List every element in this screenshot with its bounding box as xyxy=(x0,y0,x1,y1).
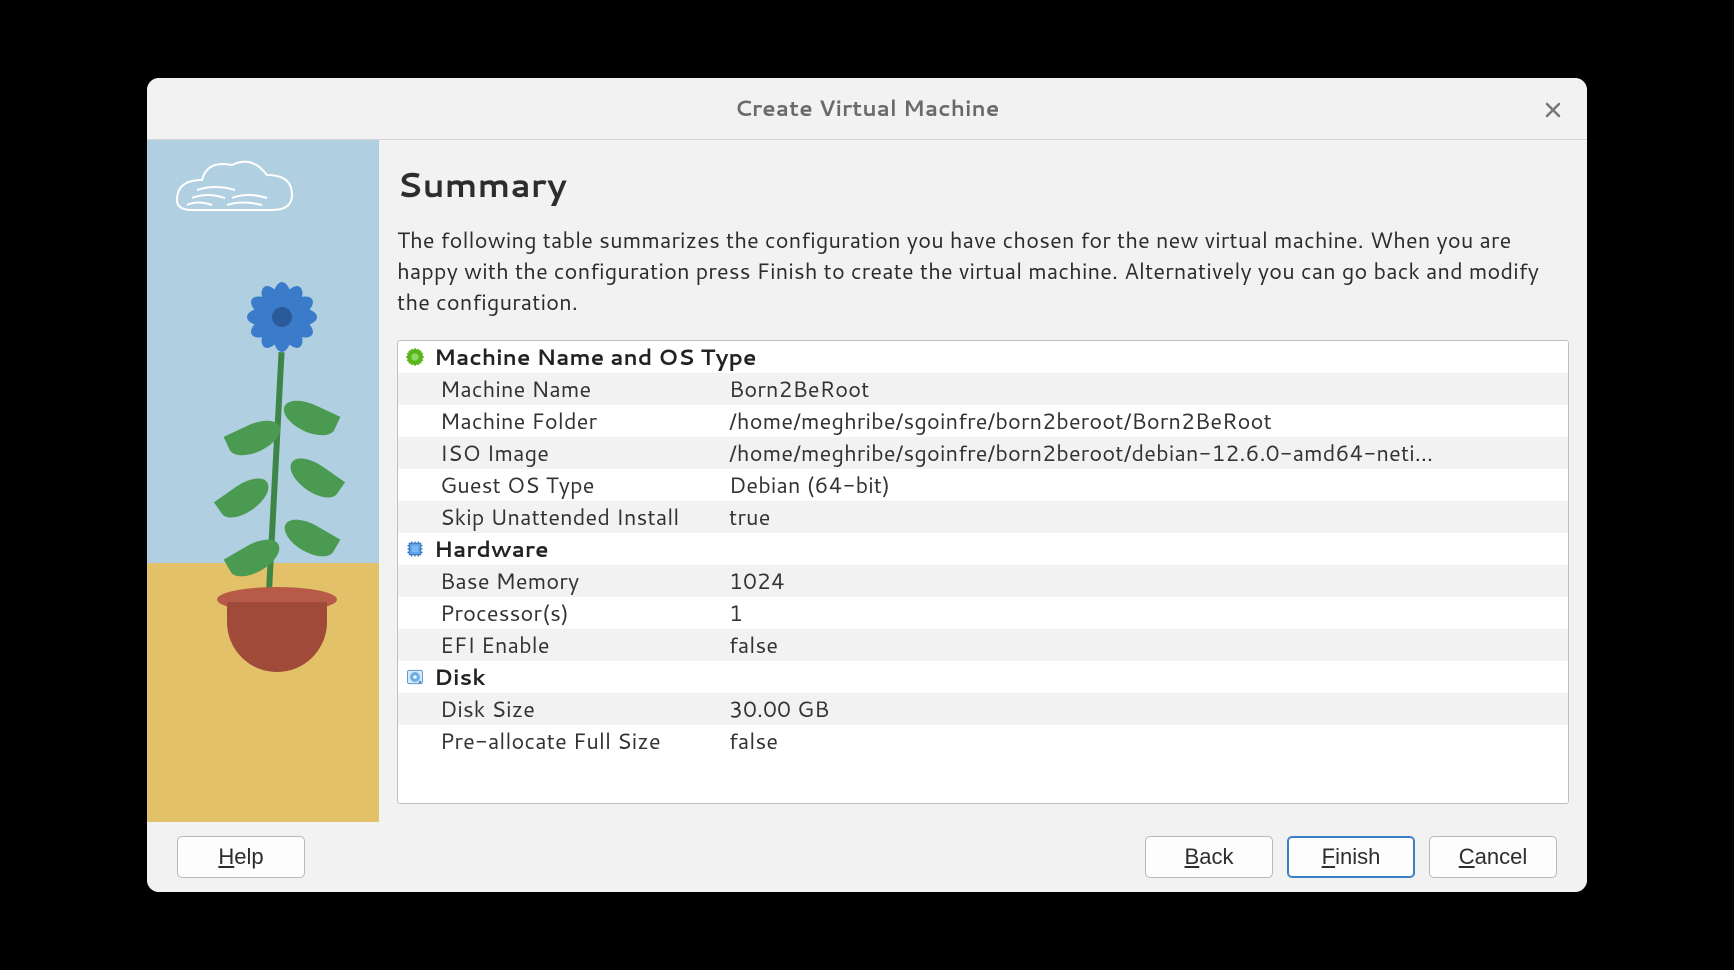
window-title: Create Virtual Machine xyxy=(735,93,1000,124)
button-bar: Help Back Finish Cancel xyxy=(147,822,1587,892)
dialog-body: Summary The following table summarizes t… xyxy=(147,140,1587,892)
row-label: Guest OS Type xyxy=(404,470,729,501)
main-content: Summary The following table summarizes t… xyxy=(147,140,1587,822)
row-value: /home/meghribe/sgoinfre/born2beroot/Born… xyxy=(729,406,1562,437)
row-machine-name: Machine Name Born2BeRoot xyxy=(398,373,1568,405)
row-guest-os: Guest OS Type Debian (64-bit) xyxy=(398,469,1568,501)
row-value: 1024 xyxy=(729,566,1562,597)
page-description: The following table summarizes the confi… xyxy=(397,226,1547,318)
dialog-window: Create Virtual Machine xyxy=(147,78,1587,892)
row-value: 30.00 GB xyxy=(729,694,1562,725)
row-label: EFI Enable xyxy=(404,630,729,661)
row-processors: Processor(s) 1 xyxy=(398,597,1568,629)
row-label: Machine Name xyxy=(404,374,729,405)
row-value: false xyxy=(729,726,1562,757)
gear-icon xyxy=(404,346,426,368)
row-value: /home/meghribe/sgoinfre/born2beroot/debi… xyxy=(729,438,1562,469)
row-efi: EFI Enable false xyxy=(398,629,1568,661)
row-iso-image: ISO Image /home/meghribe/sgoinfre/born2b… xyxy=(398,437,1568,469)
disk-icon xyxy=(404,666,426,688)
section-header-disk: Disk xyxy=(398,661,1568,693)
chip-icon xyxy=(404,538,426,560)
cancel-button[interactable]: Cancel xyxy=(1429,836,1557,878)
close-button[interactable] xyxy=(1537,93,1569,125)
content-panel: Summary The following table summarizes t… xyxy=(379,140,1587,822)
row-value: false xyxy=(729,630,1562,661)
row-label: Pre-allocate Full Size xyxy=(404,726,729,757)
finish-button[interactable]: Finish xyxy=(1287,836,1415,878)
row-machine-folder: Machine Folder /home/meghribe/sgoinfre/b… xyxy=(398,405,1568,437)
section-header-hardware: Hardware xyxy=(398,533,1568,565)
row-value: true xyxy=(729,502,1562,533)
row-label: Processor(s) xyxy=(404,598,729,629)
row-skip-unattended: Skip Unattended Install true xyxy=(398,501,1568,533)
row-label: Disk Size xyxy=(404,694,729,725)
row-preallocate: Pre-allocate Full Size false xyxy=(398,725,1568,757)
section-header-label: Disk xyxy=(434,662,486,693)
row-label: Machine Folder xyxy=(404,406,729,437)
row-label: Base Memory xyxy=(404,566,729,597)
section-header-label: Hardware xyxy=(434,534,549,565)
section-header-name-os: Machine Name and OS Type xyxy=(398,341,1568,373)
titlebar: Create Virtual Machine xyxy=(147,78,1587,140)
back-button[interactable]: Back xyxy=(1145,836,1273,878)
help-button[interactable]: Help xyxy=(177,836,305,878)
cloud-decoration xyxy=(167,150,307,230)
page-title: Summary xyxy=(397,160,1569,208)
row-label: ISO Image xyxy=(404,438,729,469)
section-header-label: Machine Name and OS Type xyxy=(434,342,756,373)
row-value: Debian (64-bit) xyxy=(729,470,1562,501)
row-disk-size: Disk Size 30.00 GB xyxy=(398,693,1568,725)
row-value: 1 xyxy=(729,598,1562,629)
summary-table: Machine Name and OS Type Machine Name Bo… xyxy=(397,340,1569,804)
row-base-memory: Base Memory 1024 xyxy=(398,565,1568,597)
wizard-sidebar-image xyxy=(147,140,379,822)
row-label: Skip Unattended Install xyxy=(404,502,729,533)
plant-decoration xyxy=(207,272,347,622)
close-icon xyxy=(1545,92,1561,126)
row-value: Born2BeRoot xyxy=(729,374,1562,405)
